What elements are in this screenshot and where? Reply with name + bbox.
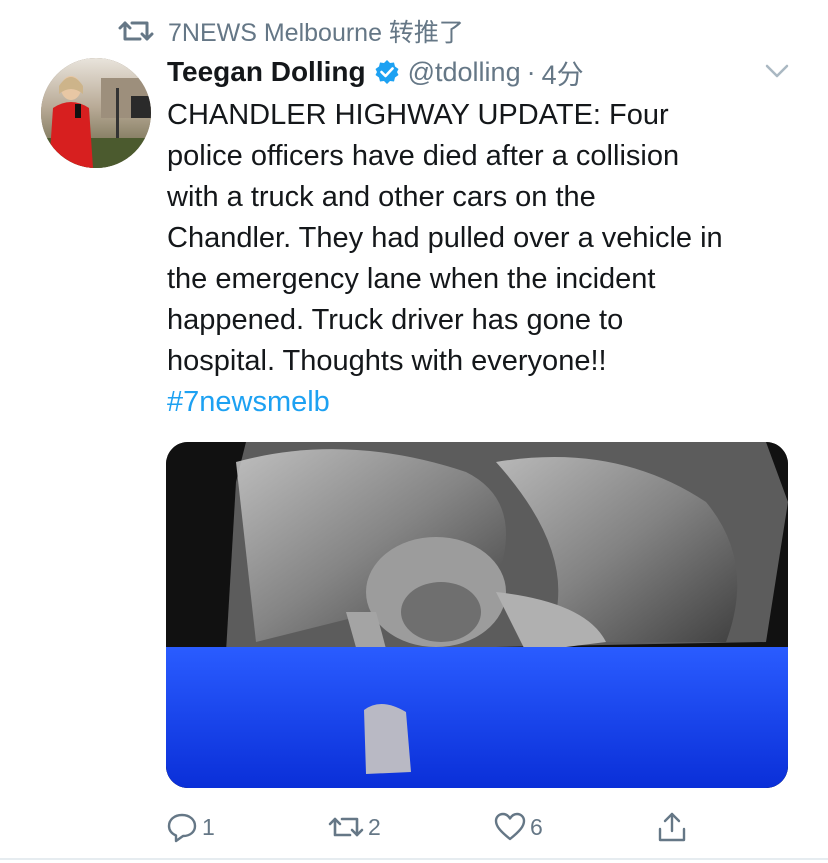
timestamp[interactable]: 4分: [542, 53, 584, 92]
tweet-line: CHANDLER HIGHWAY UPDATE: Four: [167, 99, 669, 131]
chevron-down-icon[interactable]: [764, 62, 790, 80]
like-button[interactable]: 6: [494, 806, 543, 848]
tweet-header: Teegan Dolling @tdolling · 4分: [167, 52, 584, 92]
tweet-text: CHANDLER HIGHWAY UPDATE: Four police off…: [167, 95, 797, 423]
share-icon: [658, 812, 686, 842]
retweet-icon: [328, 817, 364, 837]
tweet-line: the emergency lane when the incident: [167, 263, 656, 295]
retweet-button[interactable]: 2: [328, 806, 381, 848]
verified-badge-icon: [375, 60, 399, 84]
tweet-actions: 1 2 6: [166, 806, 706, 848]
tweet-line: with a truck and other cars on the: [167, 181, 596, 213]
tweet-line: Chandler. They had pulled over a vehicle…: [167, 222, 723, 254]
retweet-icon: [118, 21, 154, 41]
tweet-media-image[interactable]: [166, 442, 788, 788]
heart-icon: [494, 812, 526, 841]
like-count: 6: [530, 813, 543, 840]
tweet-line: hospital. Thoughts with everyone!!: [167, 345, 607, 377]
divider: [0, 858, 828, 860]
share-button[interactable]: [656, 806, 688, 848]
display-name[interactable]: Teegan Dolling: [167, 56, 366, 88]
tweet-line: happened. Truck driver has gone to: [167, 304, 624, 336]
reply-button[interactable]: 1: [166, 806, 215, 848]
avatar[interactable]: [41, 58, 151, 168]
hashtag-link[interactable]: #7newsmelb: [167, 382, 330, 423]
retweet-context[interactable]: 7NEWS Melbourne 转推了: [118, 12, 464, 50]
tweet-line: police officers have died after a collis…: [167, 140, 680, 172]
separator-dot: ·: [526, 56, 536, 87]
reply-count: 1: [202, 813, 215, 840]
user-handle[interactable]: @tdolling: [408, 57, 521, 88]
image-icon: [166, 442, 788, 788]
avatar-photo: [41, 58, 151, 168]
retweet-count: 2: [368, 813, 381, 840]
retweet-context-label: 7NEWS Melbourne 转推了: [168, 19, 464, 47]
reply-icon: [167, 813, 197, 843]
